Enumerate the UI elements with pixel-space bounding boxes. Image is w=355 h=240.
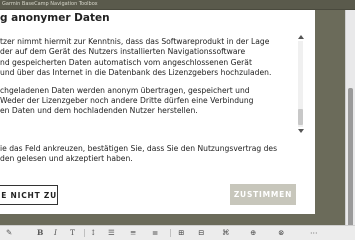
window-titlebar: Garmin BaseCamp Navigation Toolbox <box>0 0 355 10</box>
scroll-up-arrow-icon[interactable] <box>298 35 304 39</box>
license-line: tzer nimmt hiermit zur Kenntnis, dass da… <box>0 37 270 46</box>
more-icon[interactable]: ⋯ <box>310 227 318 239</box>
command-icon[interactable]: ⌘ <box>222 227 230 239</box>
license-paragraph-1: tzer nimmt hiermit zur Kenntnis, dass da… <box>0 37 300 79</box>
dialog-heading: g anonymer Daten <box>0 12 110 24</box>
bold-button[interactable]: B <box>37 227 43 239</box>
toolbar-divider <box>170 229 171 237</box>
text-format-icon[interactable]: T <box>70 227 75 239</box>
license-paragraph-2: chgeladenen Daten werden anonym übertrag… <box>0 86 300 117</box>
align-icon[interactable]: ≡ <box>130 227 136 239</box>
license-scrollbar[interactable] <box>297 35 304 133</box>
scroll-down-arrow-icon[interactable] <box>298 129 304 133</box>
italic-button[interactable]: I <box>54 227 57 239</box>
license-text-area[interactable]: tzer nimmt hiermit zur Kenntnis, dass da… <box>0 37 300 131</box>
consent-text: ie das Feld ankreuzen, bestätigen Sie, d… <box>0 144 277 165</box>
window-title: Garmin BaseCamp Navigation Toolbox <box>2 1 98 7</box>
pen-icon[interactable]: ✎ <box>6 227 12 239</box>
add-icon[interactable]: ⊕ <box>250 227 256 239</box>
license-line: der auf dem Gerät des Nutzers installier… <box>0 47 246 57</box>
license-line: nd gespeicherten Daten automatisch vom a… <box>0 57 252 67</box>
window-scrollbar[interactable] <box>345 10 355 228</box>
scroll-thumb[interactable] <box>298 109 303 125</box>
license-line: Weder der Lizenzgeber noch andere Dritte… <box>0 96 254 106</box>
justify-icon[interactable]: ≣ <box>152 227 158 239</box>
decline-button[interactable]: ME NICHT ZU <box>0 185 58 205</box>
list-icon[interactable]: ☰ <box>108 227 115 239</box>
license-line: und über das Internet in die Datenbank d… <box>0 68 272 78</box>
consent-line: ie das Feld ankreuzen, bestätigen Sie, d… <box>0 144 278 153</box>
editor-toolbar: ✎ B I T ↕ ☰ ≡ ≣ ⊞ ⊟ ⌘ ⊕ ⊗ ⋯ <box>0 225 355 240</box>
consent-line: den gelesen und akzeptiert haben. <box>0 154 133 164</box>
remove-icon[interactable]: ⊗ <box>278 227 284 239</box>
table-remove-icon[interactable]: ⊟ <box>198 227 204 239</box>
toolbar-divider <box>84 229 85 237</box>
license-line: en Daten und dem hochladenden Nutzer her… <box>0 106 198 116</box>
license-line: chgeladenen Daten werden anonym übertrag… <box>0 85 250 95</box>
accept-button[interactable]: ZUSTIMMEN <box>230 184 296 205</box>
table-icon[interactable]: ⊞ <box>178 227 184 239</box>
line-height-icon[interactable]: ↕ <box>90 227 96 239</box>
window-scroll-thumb[interactable] <box>348 88 353 228</box>
license-dialog: g anonymer Daten tzer nimmt hiermit zur … <box>0 10 315 214</box>
